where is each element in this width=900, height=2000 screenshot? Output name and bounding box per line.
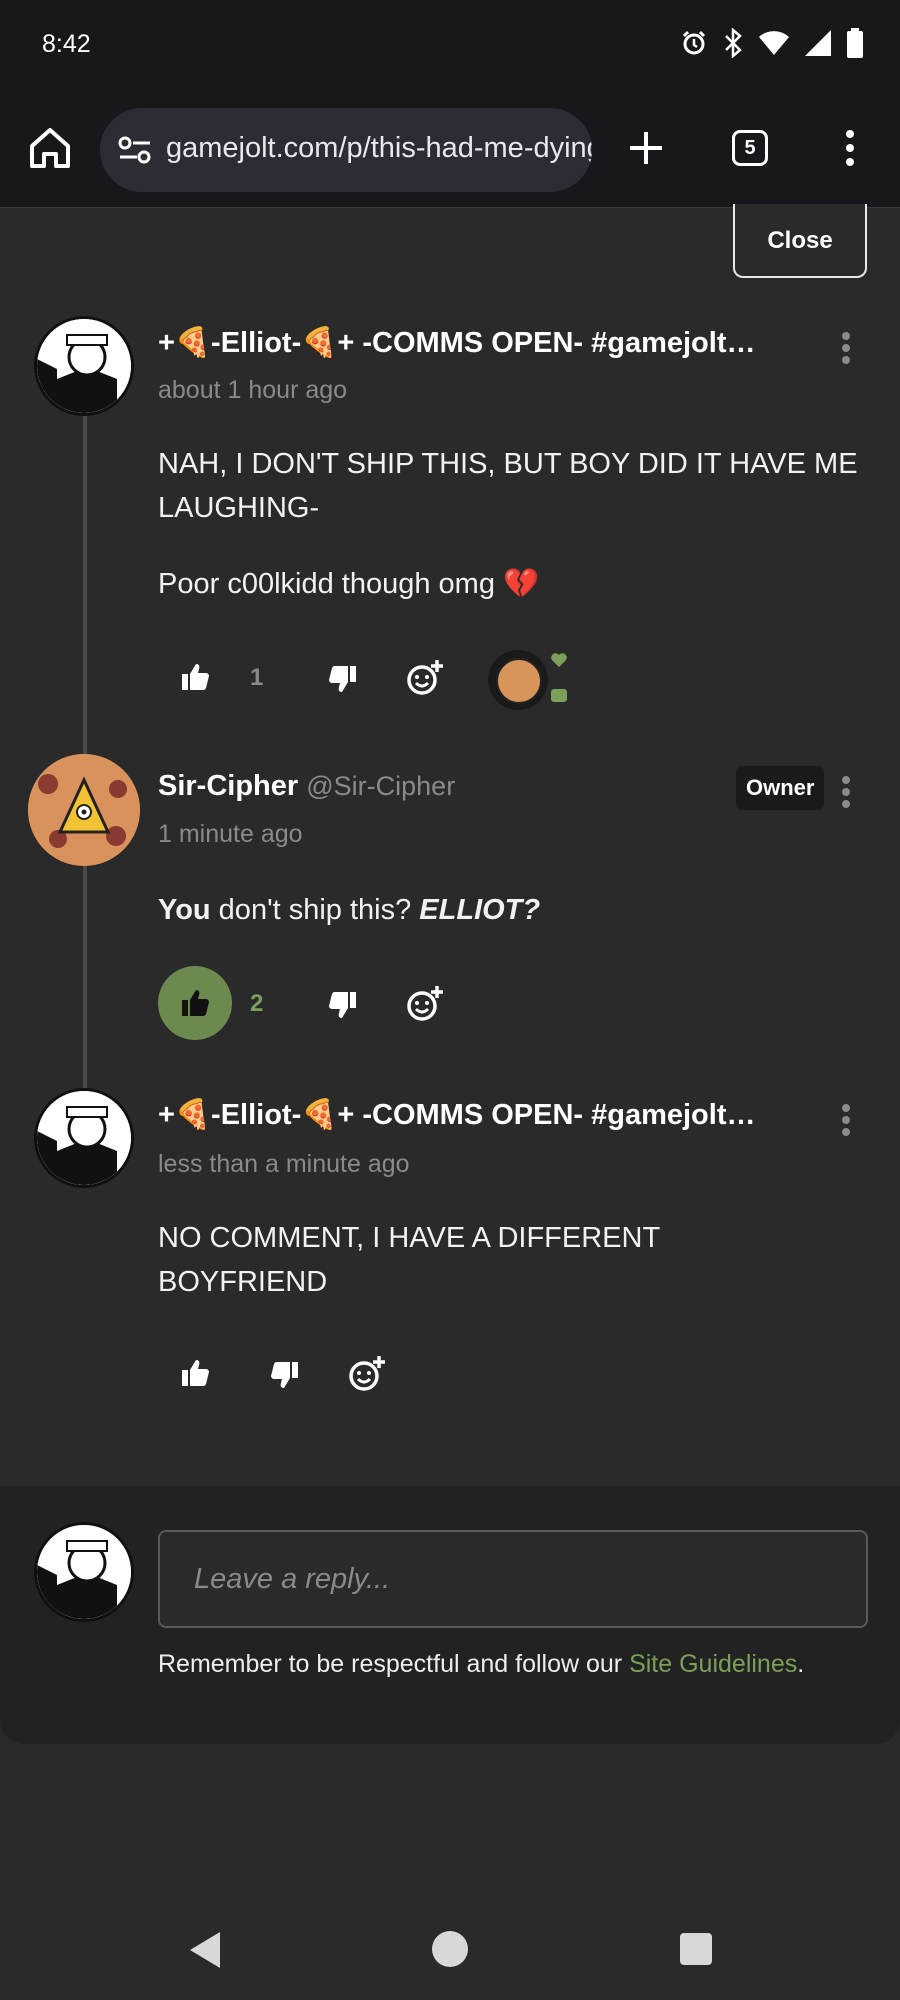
comment-text: You don't ship this? ELLIOT?: [158, 888, 858, 932]
comment-options-icon[interactable]: [840, 1102, 852, 1138]
like-count: 1: [250, 664, 264, 691]
comment-options-icon[interactable]: [840, 330, 852, 366]
status-time: 8:42: [42, 30, 91, 58]
dislike-icon[interactable]: [328, 990, 358, 1020]
comment-options-icon[interactable]: [840, 774, 852, 810]
note-prefix: Remember to be respectful and follow our: [158, 1650, 630, 1678]
home-icon[interactable]: [28, 126, 72, 170]
like-icon[interactable]: [180, 662, 210, 692]
status-bar: 8:42: [0, 0, 900, 92]
add-reaction-icon[interactable]: [348, 1354, 386, 1392]
bluetooth-icon: [725, 28, 742, 58]
dislike-icon[interactable]: [328, 664, 358, 694]
home-nav-icon[interactable]: [432, 1931, 468, 1967]
site-settings-icon[interactable]: [118, 136, 152, 164]
dislike-icon[interactable]: [270, 1360, 300, 1390]
author-name: Sir-Cipher: [158, 770, 299, 802]
comment-text: NAH, I DON'T SHIP THIS, BUT BOY DID IT H…: [158, 448, 858, 524]
browser-menu-icon[interactable]: [836, 128, 864, 168]
reaction-avatar: [496, 658, 542, 704]
like-icon[interactable]: [180, 988, 210, 1018]
body-span: don't ship this?: [210, 894, 420, 926]
avatar-sir-cipher[interactable]: [28, 754, 140, 866]
add-reaction-icon[interactable]: [406, 984, 444, 1022]
comment-author[interactable]: +🍕-Elliot-🍕+ -COMMS OPEN- #gamejolt…: [158, 1098, 808, 1132]
bold-italic-text: ELLIOT?: [419, 894, 541, 926]
signal-icon: [805, 30, 831, 56]
recent-apps-icon[interactable]: [680, 1933, 712, 1965]
bold-text: You: [158, 894, 211, 926]
reply-input[interactable]: [158, 1530, 868, 1628]
comment-text: NO COMMENT, I HAVE A DIFFERENT BOYFRIEND: [158, 1222, 660, 1298]
like-icon[interactable]: [180, 1358, 210, 1388]
note-suffix: .: [797, 1650, 805, 1678]
author-handle: @Sir-Cipher: [306, 771, 456, 801]
like-count: 2: [250, 990, 264, 1017]
add-reaction-icon[interactable]: [406, 658, 444, 696]
comment-bubble-icon: [551, 689, 567, 702]
alarm-icon: [682, 30, 706, 55]
owner-badge: Owner: [736, 766, 825, 810]
status-icons: [680, 28, 864, 58]
avatar-elliot[interactable]: [34, 1088, 134, 1188]
comment-author[interactable]: +🍕-Elliot-🍕+ -COMMS OPEN- #gamejolt…: [158, 326, 808, 360]
new-tab-icon[interactable]: [626, 128, 666, 168]
heart-icon: [551, 653, 567, 667]
avatar-elliot[interactable]: [34, 316, 134, 416]
url-bar[interactable]: gamejolt.com/p/this-had-me-dying: [100, 108, 592, 192]
comment-timestamp: less than a minute ago: [158, 1150, 410, 1178]
site-guidelines-link[interactable]: Site Guidelines: [629, 1650, 797, 1678]
wifi-icon: [759, 31, 789, 55]
tab-switcher-button[interactable]: 5: [732, 130, 768, 166]
reaction-avatar-stack[interactable]: [476, 650, 572, 712]
comment-timestamp: 1 minute ago: [158, 820, 303, 848]
url-text: gamejolt.com/p/this-had-me-dying: [166, 132, 592, 164]
close-button[interactable]: Close: [733, 204, 867, 278]
reply-guidelines-note: Remember to be respectful and follow our…: [158, 1650, 804, 1679]
back-icon[interactable]: [186, 1930, 224, 1970]
comment-text: Poor c00lkidd though omg 💔: [158, 568, 540, 600]
current-user-avatar: [34, 1522, 134, 1622]
comment-author[interactable]: Sir-Cipher @Sir-Cipher: [158, 770, 718, 803]
browser-toolbar: gamejolt.com/p/this-had-me-dying 5: [0, 92, 900, 208]
comment-timestamp: about 1 hour ago: [158, 376, 348, 404]
battery-icon: [847, 28, 863, 58]
